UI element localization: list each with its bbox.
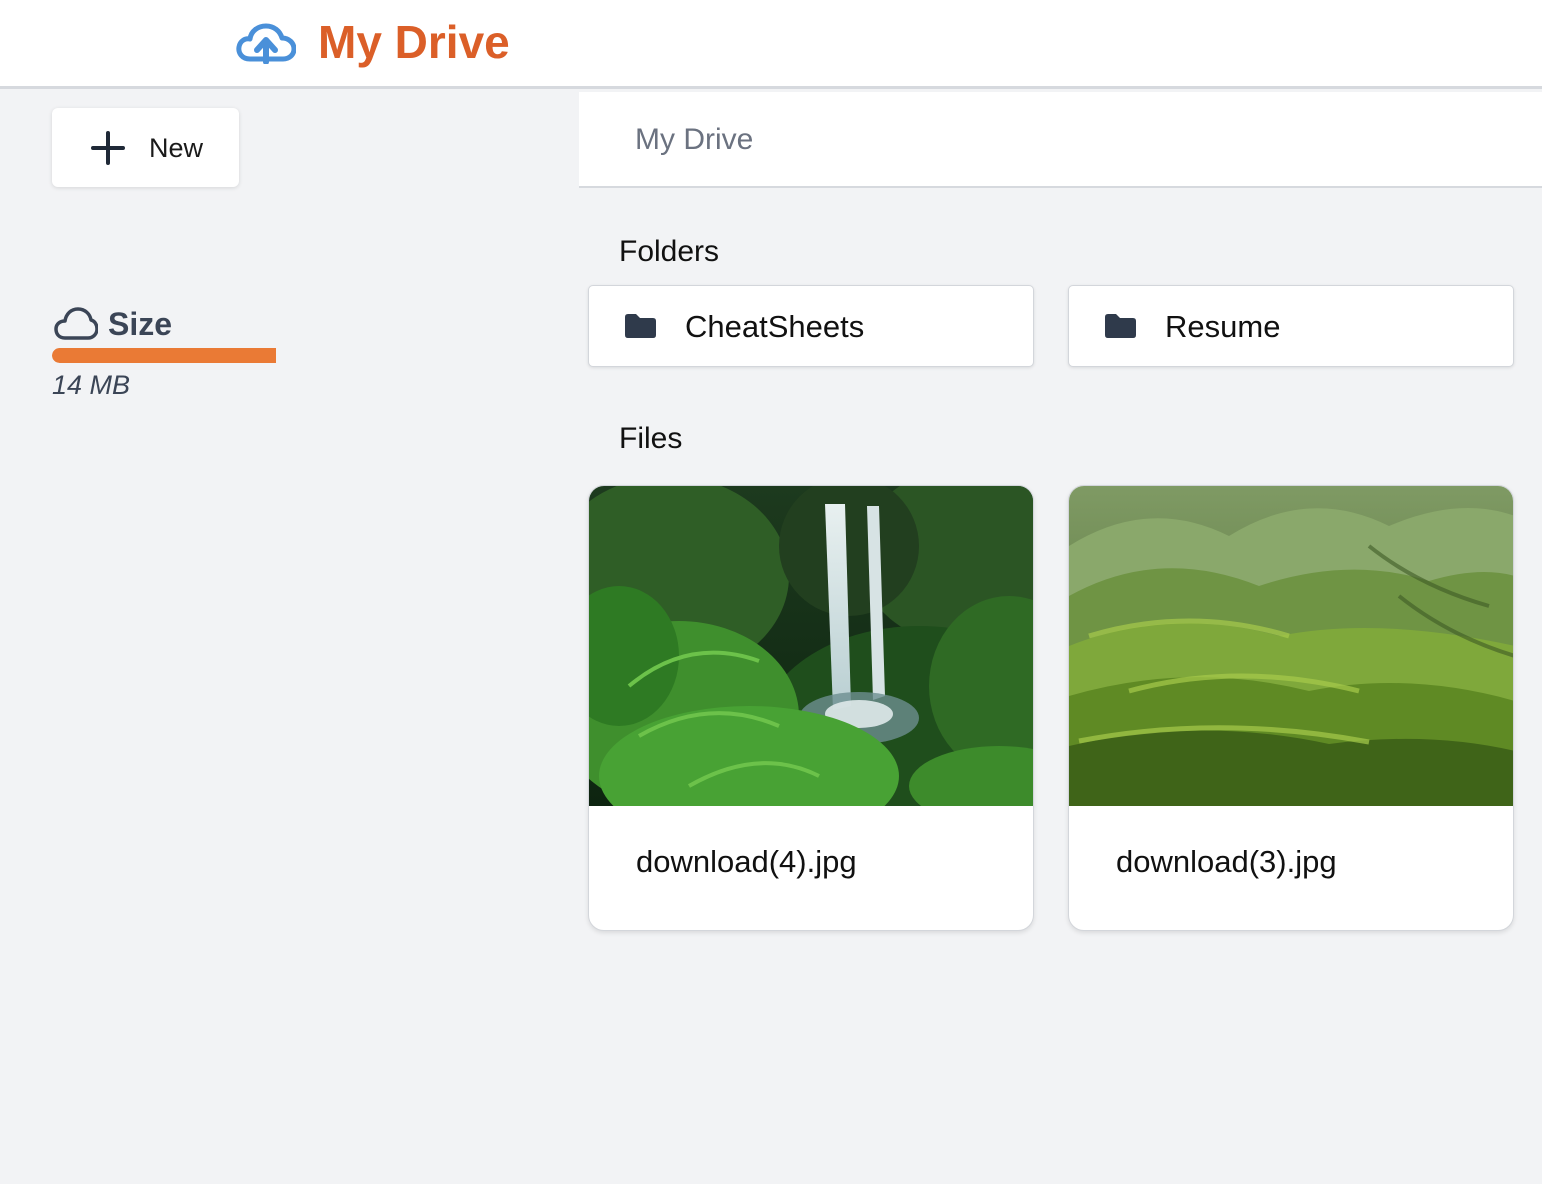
- breadcrumb-bar: My Drive: [579, 92, 1542, 188]
- storage-size-value: 14 MB: [52, 370, 131, 400]
- folder-card[interactable]: Resume: [1068, 285, 1514, 367]
- app-title: My Drive: [318, 16, 510, 68]
- breadcrumb-my-drive[interactable]: My Drive: [635, 122, 753, 158]
- file-name: download(4).jpg: [636, 844, 857, 879]
- folder-icon: [625, 314, 656, 338]
- folder-name: CheatSheets: [685, 309, 865, 344]
- folders-heading: Folders: [619, 235, 720, 268]
- file-card[interactable]: download(3).jpg: [1068, 485, 1514, 931]
- files-heading: Files: [619, 422, 683, 455]
- storage-usage-fill: [52, 348, 276, 363]
- file-card[interactable]: download(4).jpg: [588, 485, 1034, 931]
- storage-size-label: Size: [108, 306, 173, 342]
- waterfall-jungle-image: [589, 486, 1033, 806]
- folder-icon: [1105, 314, 1136, 338]
- cloud-upload-icon[interactable]: [236, 22, 296, 64]
- storage-usage-bar: [52, 348, 276, 363]
- top-header: My Drive: [0, 0, 1542, 89]
- new-button[interactable]: New: [52, 108, 239, 187]
- plus-icon: [91, 131, 125, 165]
- folder-card[interactable]: CheatSheets: [588, 285, 1034, 367]
- new-button-label: New: [149, 133, 204, 163]
- file-name: download(3).jpg: [1116, 844, 1337, 879]
- green-mountains-image: [1069, 486, 1513, 806]
- folder-name: Resume: [1165, 309, 1281, 344]
- cloud-icon: [54, 307, 98, 340]
